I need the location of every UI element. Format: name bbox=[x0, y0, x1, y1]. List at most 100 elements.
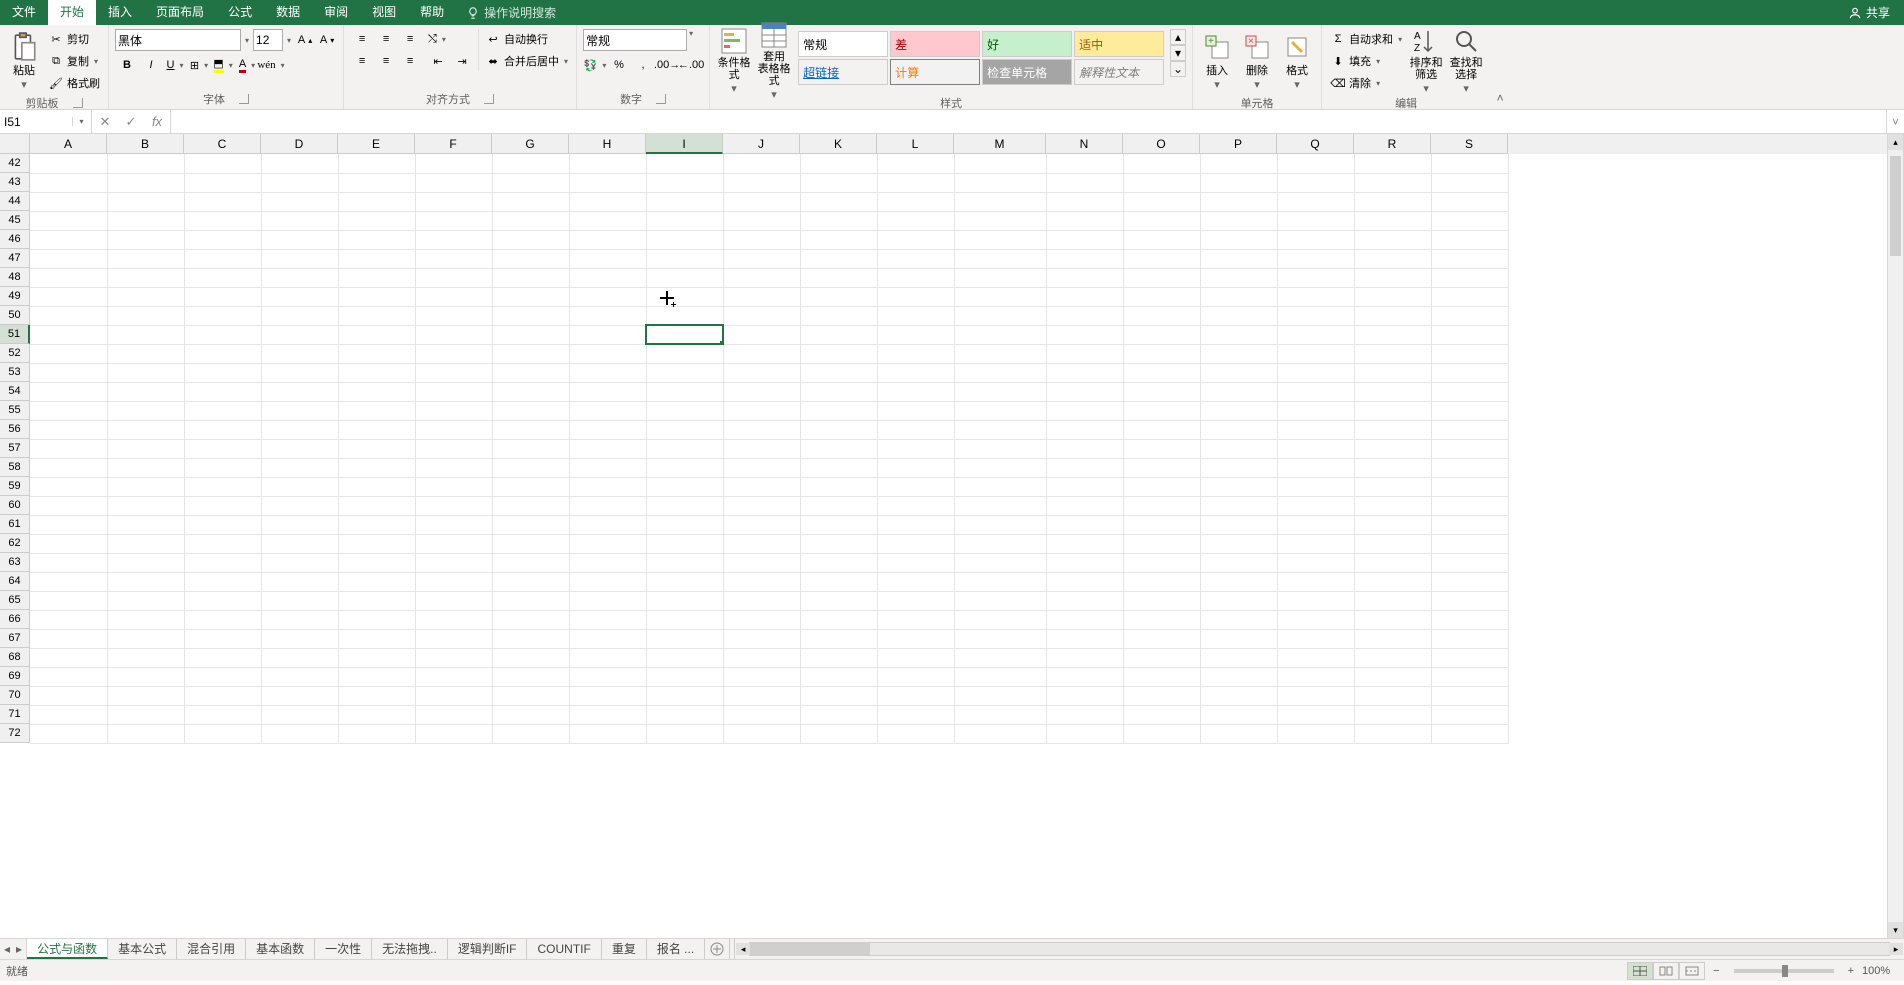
cell-I48[interactable] bbox=[646, 268, 723, 287]
cell-S47[interactable] bbox=[1431, 249, 1508, 268]
cell-N46[interactable] bbox=[1046, 230, 1123, 249]
cell-J58[interactable] bbox=[723, 458, 800, 477]
cell-Q72[interactable] bbox=[1277, 724, 1354, 743]
cell-O62[interactable] bbox=[1123, 534, 1200, 553]
cell-R60[interactable] bbox=[1354, 496, 1431, 515]
scroll-left-button[interactable]: ◂ bbox=[736, 943, 750, 955]
cell-I49[interactable] bbox=[646, 287, 723, 306]
cell-P69[interactable] bbox=[1200, 667, 1277, 686]
cell-B61[interactable] bbox=[107, 515, 184, 534]
cell-E52[interactable] bbox=[338, 344, 415, 363]
cell-B54[interactable] bbox=[107, 382, 184, 401]
cell-J56[interactable] bbox=[723, 420, 800, 439]
row-header-59[interactable]: 59 bbox=[0, 477, 30, 496]
cell-K53[interactable] bbox=[800, 363, 877, 382]
cell-I60[interactable] bbox=[646, 496, 723, 515]
cell-L60[interactable] bbox=[877, 496, 954, 515]
column-header-Q[interactable]: Q bbox=[1277, 134, 1354, 154]
cell-O59[interactable] bbox=[1123, 477, 1200, 496]
cell-S66[interactable] bbox=[1431, 610, 1508, 629]
cell-B45[interactable] bbox=[107, 211, 184, 230]
cell-S71[interactable] bbox=[1431, 705, 1508, 724]
align-center-button[interactable]: ≡ bbox=[374, 51, 398, 71]
cell-E46[interactable] bbox=[338, 230, 415, 249]
sheet-tab-6[interactable]: 逻辑判断IF bbox=[448, 939, 528, 959]
cell-G63[interactable] bbox=[492, 553, 569, 572]
cell-Q49[interactable] bbox=[1277, 287, 1354, 306]
column-header-S[interactable]: S bbox=[1431, 134, 1508, 154]
cell-D47[interactable] bbox=[261, 249, 338, 268]
cell-C65[interactable] bbox=[184, 591, 261, 610]
cell-P47[interactable] bbox=[1200, 249, 1277, 268]
hscroll-thumb[interactable] bbox=[750, 943, 870, 955]
cell-P63[interactable] bbox=[1200, 553, 1277, 572]
cell-D56[interactable] bbox=[261, 420, 338, 439]
cell-M44[interactable] bbox=[954, 192, 1046, 211]
cell-R56[interactable] bbox=[1354, 420, 1431, 439]
cell-S70[interactable] bbox=[1431, 686, 1508, 705]
cell-O56[interactable] bbox=[1123, 420, 1200, 439]
cell-B59[interactable] bbox=[107, 477, 184, 496]
cell-M57[interactable] bbox=[954, 439, 1046, 458]
cell-D54[interactable] bbox=[261, 382, 338, 401]
cell-N72[interactable] bbox=[1046, 724, 1123, 743]
cell-A49[interactable] bbox=[30, 287, 107, 306]
style-normal[interactable]: 常规 bbox=[798, 31, 888, 57]
cell-A45[interactable] bbox=[30, 211, 107, 230]
cell-J65[interactable] bbox=[723, 591, 800, 610]
row-header-48[interactable]: 48 bbox=[0, 268, 30, 287]
column-header-A[interactable]: A bbox=[30, 134, 107, 154]
sheet-prev-button[interactable]: ◂ bbox=[4, 942, 10, 956]
cell-Q66[interactable] bbox=[1277, 610, 1354, 629]
cell-D72[interactable] bbox=[261, 724, 338, 743]
cell-L53[interactable] bbox=[877, 363, 954, 382]
cell-D69[interactable] bbox=[261, 667, 338, 686]
cell-N62[interactable] bbox=[1046, 534, 1123, 553]
cell-N44[interactable] bbox=[1046, 192, 1123, 211]
cell-B70[interactable] bbox=[107, 686, 184, 705]
cell-N51[interactable] bbox=[1046, 325, 1123, 344]
cell-A54[interactable] bbox=[30, 382, 107, 401]
row-header-43[interactable]: 43 bbox=[0, 173, 30, 192]
cell-B67[interactable] bbox=[107, 629, 184, 648]
cell-A47[interactable] bbox=[30, 249, 107, 268]
cell-M69[interactable] bbox=[954, 667, 1046, 686]
cell-P54[interactable] bbox=[1200, 382, 1277, 401]
column-header-B[interactable]: B bbox=[107, 134, 184, 154]
cell-L52[interactable] bbox=[877, 344, 954, 363]
cell-N70[interactable] bbox=[1046, 686, 1123, 705]
cell-M48[interactable] bbox=[954, 268, 1046, 287]
cell-M53[interactable] bbox=[954, 363, 1046, 382]
cell-F71[interactable] bbox=[415, 705, 492, 724]
cell-R48[interactable] bbox=[1354, 268, 1431, 287]
cell-O54[interactable] bbox=[1123, 382, 1200, 401]
cell-G52[interactable] bbox=[492, 344, 569, 363]
cell-G59[interactable] bbox=[492, 477, 569, 496]
cell-A68[interactable] bbox=[30, 648, 107, 667]
cell-O50[interactable] bbox=[1123, 306, 1200, 325]
cell-O52[interactable] bbox=[1123, 344, 1200, 363]
cell-K69[interactable] bbox=[800, 667, 877, 686]
cell-N59[interactable] bbox=[1046, 477, 1123, 496]
cell-I55[interactable] bbox=[646, 401, 723, 420]
cell-R44[interactable] bbox=[1354, 192, 1431, 211]
cell-P61[interactable] bbox=[1200, 515, 1277, 534]
zoom-out-button[interactable]: − bbox=[1713, 965, 1719, 977]
cell-K72[interactable] bbox=[800, 724, 877, 743]
cell-G64[interactable] bbox=[492, 572, 569, 591]
chevron-down-icon[interactable]: ▾ bbox=[687, 29, 695, 51]
cell-G55[interactable] bbox=[492, 401, 569, 420]
cell-S61[interactable] bbox=[1431, 515, 1508, 534]
cell-C46[interactable] bbox=[184, 230, 261, 249]
cell-H68[interactable] bbox=[569, 648, 646, 667]
cell-A66[interactable] bbox=[30, 610, 107, 629]
cell-I64[interactable] bbox=[646, 572, 723, 591]
column-header-O[interactable]: O bbox=[1123, 134, 1200, 154]
cell-R67[interactable] bbox=[1354, 629, 1431, 648]
cell-R72[interactable] bbox=[1354, 724, 1431, 743]
cell-H70[interactable] bbox=[569, 686, 646, 705]
cell-L44[interactable] bbox=[877, 192, 954, 211]
cell-L46[interactable] bbox=[877, 230, 954, 249]
cell-D64[interactable] bbox=[261, 572, 338, 591]
cell-F66[interactable] bbox=[415, 610, 492, 629]
